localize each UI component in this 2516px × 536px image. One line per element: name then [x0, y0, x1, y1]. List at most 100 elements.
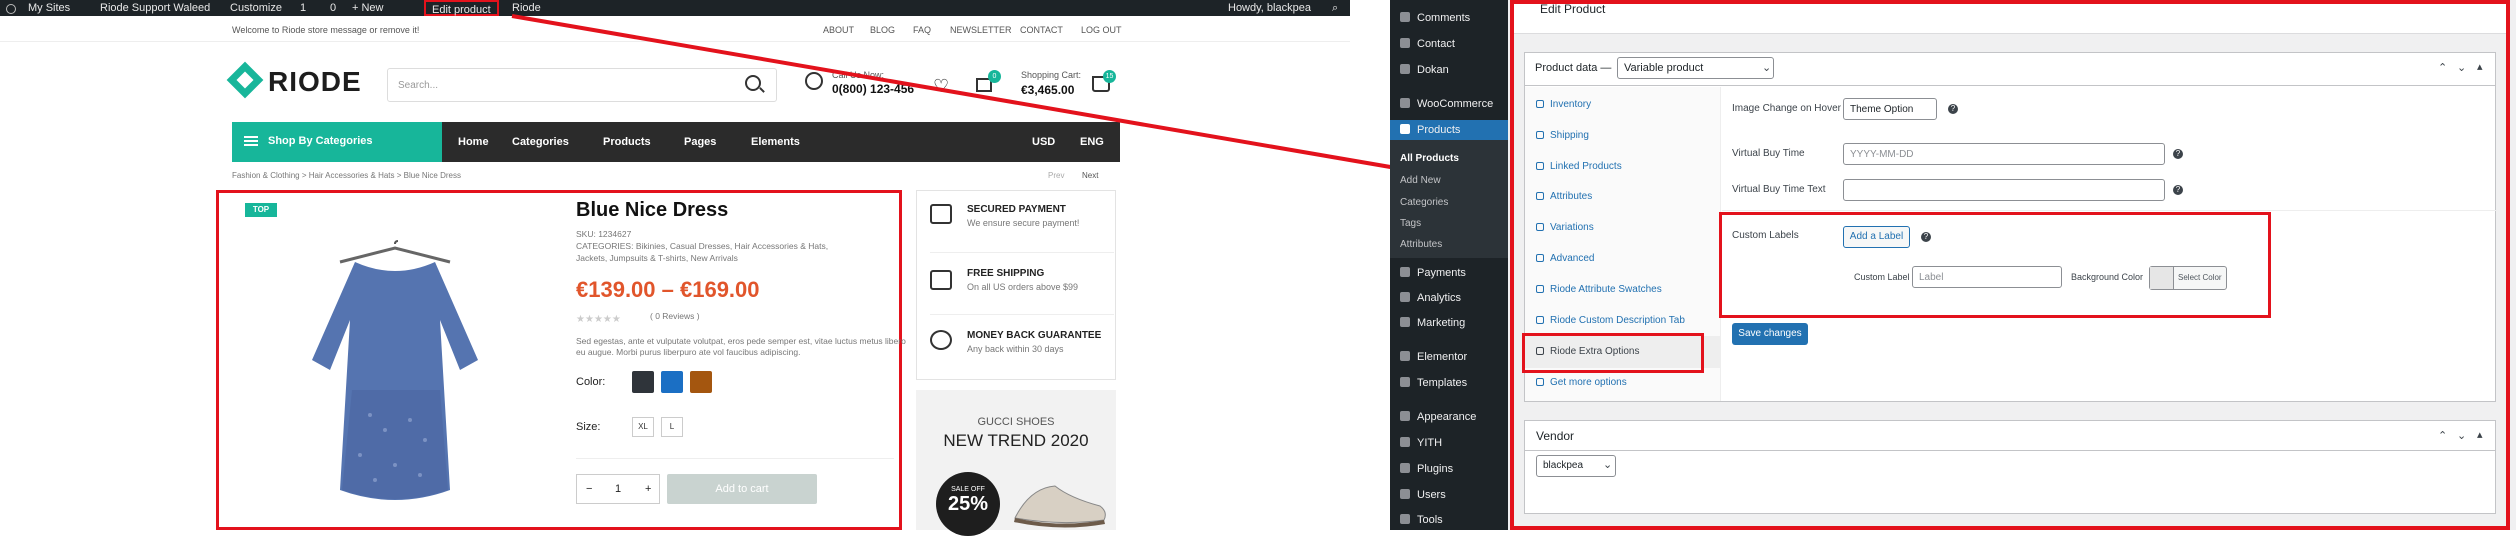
chevron-down-icon[interactable]: ⌄ — [2457, 429, 2466, 442]
breadcrumb[interactable]: Fashion & Clothing > Hair Accessories & … — [232, 171, 461, 180]
admin-bar-riode[interactable]: Riode — [512, 2, 541, 14]
sidebar-item-comments[interactable]: Comments — [1400, 12, 1470, 24]
language-switcher[interactable]: ENG — [1080, 136, 1104, 148]
quantity-stepper[interactable]: − 1 + — [576, 474, 660, 504]
admin-bar-new[interactable]: + New — [352, 2, 384, 14]
sidebar-item-dokan[interactable]: Dokan — [1400, 64, 1449, 76]
toggle-arrow-icon[interactable]: ▴ — [2477, 428, 2483, 441]
sidebar-item-users[interactable]: Users — [1400, 489, 1446, 501]
tab-advanced[interactable]: Advanced — [1536, 253, 1594, 264]
help-icon[interactable]: ? — [2173, 149, 2183, 159]
qty-minus-button[interactable]: − — [586, 483, 592, 495]
admin-bar-site-name[interactable]: Riode Support Waleed — [100, 2, 210, 14]
color-swatch-brown[interactable] — [690, 371, 712, 393]
nav-home[interactable]: Home — [458, 136, 489, 148]
add-to-cart-button[interactable]: Add to cart — [667, 474, 817, 504]
custom-label-input[interactable]: Label — [1912, 266, 2062, 288]
size-option-xl[interactable]: XL — [632, 417, 654, 437]
shop-by-categories-button[interactable]: Shop By Categories — [232, 122, 442, 162]
riode-logo-text[interactable]: RIODE — [268, 66, 362, 98]
sidebar-item-marketing[interactable]: Marketing — [1400, 317, 1465, 329]
tab-riode-custom-description[interactable]: Riode Custom Description Tab — [1536, 315, 1685, 326]
product-image[interactable] — [300, 240, 490, 510]
size-option-l[interactable]: L — [661, 417, 683, 437]
sidebar-sub-tags[interactable]: Tags — [1400, 218, 1421, 229]
top-link-contact[interactable]: CONTACT — [1020, 25, 1063, 35]
yith-icon — [1400, 437, 1410, 447]
tab-inventory[interactable]: Inventory — [1536, 99, 1591, 110]
review-count[interactable]: ( 0 Reviews ) — [650, 311, 700, 321]
admin-bar-howdy[interactable]: Howdy, blackpea — [1228, 2, 1311, 14]
help-icon[interactable]: ? — [1921, 232, 1931, 242]
sidebar-item-elementor[interactable]: Elementor — [1400, 351, 1467, 363]
help-icon[interactable]: ? — [2173, 185, 2183, 195]
select-color-label[interactable]: Select Color — [2178, 273, 2222, 282]
tab-linked-products[interactable]: Linked Products — [1536, 161, 1622, 172]
tab-label: Linked Products — [1550, 161, 1622, 172]
toggle-arrow-icon[interactable]: ▴ — [2477, 60, 2483, 73]
admin-bar-customize[interactable]: Customize — [230, 2, 282, 14]
admin-bar-updates-count[interactable]: 1 — [300, 2, 306, 14]
nav-products[interactable]: Products — [603, 136, 651, 148]
color-swatch-dark[interactable] — [632, 371, 654, 393]
top-link-faq[interactable]: FAQ — [913, 25, 931, 35]
store-search-input[interactable]: Search... — [387, 68, 777, 102]
qty-value[interactable]: 1 — [615, 483, 621, 495]
top-link-blog[interactable]: BLOG — [870, 25, 895, 35]
chevron-up-icon[interactable]: ⌃ — [2438, 429, 2447, 442]
sidebar-item-plugins[interactable]: Plugins — [1400, 463, 1453, 475]
pager-prev[interactable]: Prev — [1048, 171, 1064, 180]
add-label-button[interactable]: Add a Label — [1843, 226, 1910, 248]
sidebar-sub-attributes[interactable]: Attributes — [1400, 239, 1442, 250]
product-sku: SKU: 1234627 — [576, 229, 632, 239]
color-preview-swatch[interactable] — [2150, 267, 2174, 289]
chevron-down-icon[interactable]: ⌄ — [2457, 61, 2466, 74]
admin-bar-edit-product[interactable]: Edit product — [424, 0, 499, 16]
virtual-buy-time-input[interactable]: YYYY-MM-DD — [1843, 143, 2165, 165]
top-link-about[interactable]: ABOUT — [823, 25, 854, 35]
product-categories-line-1[interactable]: CATEGORIES: Bikinies, Casual Dresses, Ha… — [576, 241, 828, 251]
chevron-up-icon[interactable]: ⌃ — [2438, 61, 2447, 74]
sidebar-item-analytics[interactable]: Analytics — [1400, 292, 1461, 304]
tab-shipping[interactable]: Shipping — [1536, 130, 1589, 141]
image-change-select[interactable]: Theme Option — [1843, 98, 1937, 120]
sidebar-item-woocommerce[interactable]: WooCommerce — [1400, 98, 1493, 110]
sidebar-item-payments[interactable]: Payments — [1400, 267, 1466, 279]
color-swatch-blue[interactable] — [661, 371, 683, 393]
currency-switcher[interactable]: USD — [1032, 136, 1055, 148]
sidebar-item-appearance[interactable]: Appearance — [1400, 411, 1476, 423]
tab-get-more-options[interactable]: Get more options — [1536, 377, 1627, 388]
product-categories-line-2[interactable]: Jackets, Jumpsuits & T-shirts, New Arriv… — [576, 253, 738, 263]
search-icon[interactable] — [745, 75, 761, 91]
sidebar-item-contact[interactable]: Contact — [1400, 38, 1455, 50]
admin-bar-search-icon[interactable]: ⌕ — [1332, 2, 1338, 15]
nav-categories[interactable]: Categories — [512, 136, 569, 148]
admin-bar-my-sites[interactable]: My Sites — [28, 2, 70, 14]
admin-bar-comments-count[interactable]: 0 — [330, 2, 336, 14]
help-icon[interactable]: ? — [1948, 104, 1958, 114]
tab-label: Attributes — [1550, 191, 1593, 202]
tab-label: Get more options — [1550, 377, 1627, 388]
top-link-logout[interactable]: LOG OUT — [1081, 25, 1122, 35]
tab-variations[interactable]: Variations — [1536, 222, 1594, 233]
sidebar-item-products[interactable]: Products — [1400, 124, 1460, 136]
top-link-newsletter[interactable]: NEWSLETTER — [950, 25, 1012, 35]
nav-pages[interactable]: Pages — [684, 136, 716, 148]
save-changes-button[interactable]: Save changes — [1732, 323, 1808, 345]
product-price: €139.00 – €169.00 — [576, 277, 760, 302]
sidebar-sub-add-new[interactable]: Add New — [1400, 175, 1441, 186]
product-type-select[interactable]: Variable product — [1617, 57, 1774, 79]
pager-next[interactable]: Next — [1082, 171, 1098, 180]
sidebar-item-yith[interactable]: YITH — [1400, 437, 1442, 449]
sidebar-sub-categories[interactable]: Categories — [1400, 197, 1448, 208]
virtual-buy-time-text-input[interactable] — [1843, 179, 2165, 201]
wishlist-heart-icon[interactable]: ♡ — [933, 76, 949, 97]
phone-icon — [805, 72, 823, 90]
sidebar-item-tools[interactable]: Tools — [1400, 514, 1443, 526]
tab-riode-attribute-swatches[interactable]: Riode Attribute Swatches — [1536, 284, 1662, 295]
sidebar-sub-all-products[interactable]: All Products — [1400, 153, 1459, 164]
qty-plus-button[interactable]: + — [645, 483, 651, 495]
nav-elements[interactable]: Elements — [751, 136, 800, 148]
sidebar-item-templates[interactable]: Templates — [1400, 377, 1467, 389]
tab-attributes[interactable]: Attributes — [1536, 191, 1592, 202]
